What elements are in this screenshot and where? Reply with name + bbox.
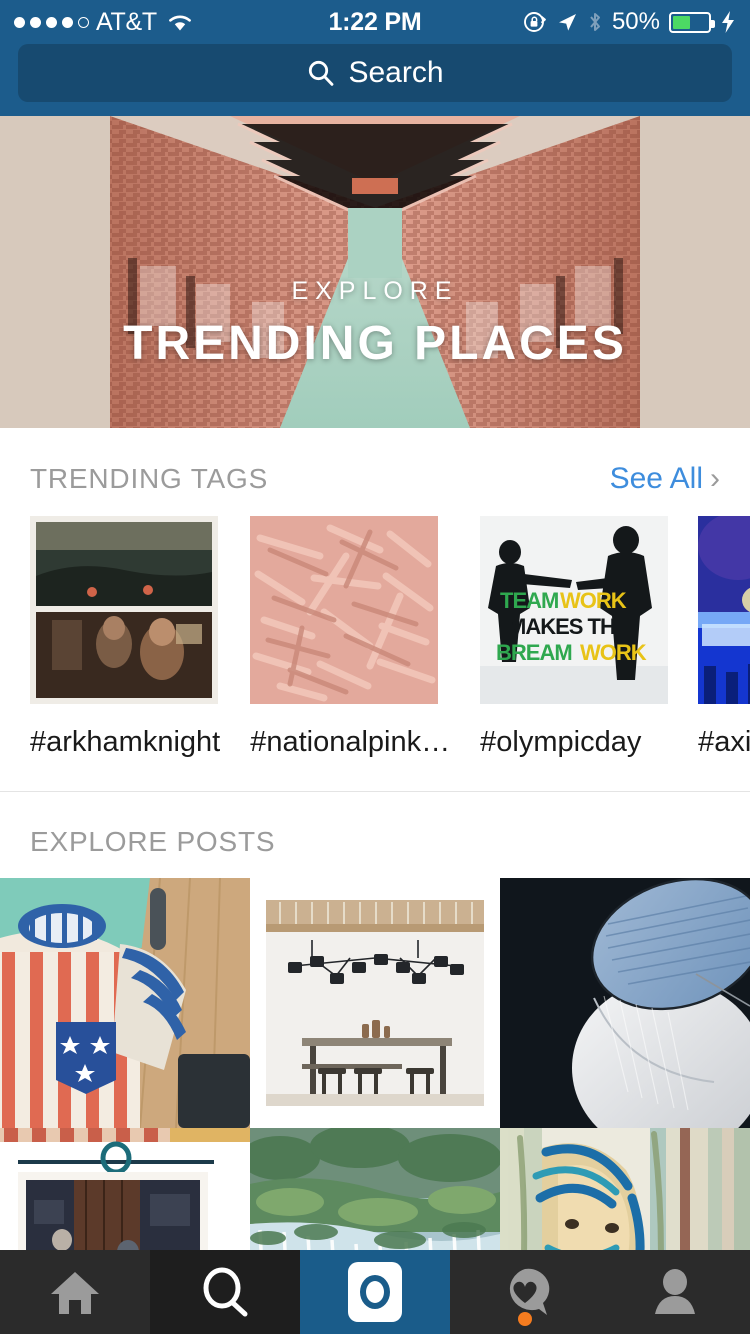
hero-kicker: EXPLORE (291, 277, 459, 305)
home-icon (49, 1268, 101, 1316)
chevron-right-icon: › (710, 462, 720, 495)
svg-text:BREAM: BREAM (496, 640, 572, 665)
search-placeholder: Search (348, 56, 444, 89)
search-input[interactable]: Search (18, 44, 732, 102)
status-bar-left: AT&T (14, 8, 193, 37)
svg-text:WORK: WORK (560, 588, 627, 613)
person-icon (653, 1268, 697, 1316)
battery-icon (669, 11, 715, 33)
signal-strength-dots (14, 16, 89, 28)
trending-tags-title: TRENDING TAGS (30, 463, 269, 494)
tab-activity[interactable] (450, 1250, 600, 1334)
battery-percent-label: 50% (611, 8, 660, 35)
tab-camera[interactable] (300, 1250, 450, 1334)
trending-tag-label: #nationalpink… (250, 726, 451, 758)
wifi-icon (167, 12, 193, 32)
activity-badge (518, 1312, 532, 1326)
trending-tag-card[interactable]: TEAM WORK MAKES THE BREAM WORK #olympicd… (480, 516, 669, 759)
trending-tag-thumbnail (250, 516, 439, 704)
svg-text:TEAM: TEAM (500, 588, 558, 613)
svg-text:MAKES THE: MAKES THE (508, 614, 629, 639)
trending-tag-card[interactable]: #nationalpink… (250, 516, 450, 759)
carrier-label: AT&T (96, 7, 157, 36)
trending-tag-card[interactable]: #arkhamknight (30, 516, 220, 759)
search-icon (201, 1267, 249, 1317)
trending-tag-label: #axis (698, 726, 750, 758)
hero-banner[interactable]: EXPLORE TRENDING PLACES (0, 116, 750, 428)
lightning-bolt-icon (720, 10, 736, 34)
tab-home[interactable] (0, 1250, 150, 1334)
bluetooth-icon (587, 10, 603, 34)
explore-post-cell[interactable] (250, 878, 500, 1128)
hero-text-overlay: EXPLORE TRENDING PLACES (0, 116, 750, 428)
trending-tag-thumbnail (30, 516, 218, 704)
trending-tags-carousel[interactable]: #arkhamknight #nationalpink… TEAM WORK M… (0, 516, 750, 759)
search-icon (306, 58, 336, 88)
see-all-button[interactable]: See All › (610, 462, 720, 496)
trending-tag-card[interactable]: #axis (698, 516, 750, 759)
trending-tags-header: TRENDING TAGS See All › (0, 428, 750, 516)
heart-bubble-icon (499, 1267, 551, 1317)
search-header: Search (0, 44, 750, 116)
app-root: AT&T 1:22 PM 50% Search EXPLORE TRENDING… (0, 0, 750, 1334)
location-arrow-icon (556, 11, 578, 33)
see-all-label: See All (609, 462, 703, 495)
status-bar-right: 50% (523, 8, 736, 36)
camera-icon (348, 1262, 402, 1322)
rotation-lock-icon (523, 10, 547, 34)
explore-post-cell[interactable] (0, 878, 250, 1128)
explore-posts-title: EXPLORE POSTS (30, 826, 276, 857)
status-bar: AT&T 1:22 PM 50% (0, 0, 750, 44)
trending-tag-thumbnail: TEAM WORK MAKES THE BREAM WORK (480, 516, 669, 704)
tab-search[interactable] (150, 1250, 300, 1334)
svg-text:WORK: WORK (580, 640, 647, 665)
trending-tag-label: #arkhamknight (30, 726, 221, 758)
explore-post-cell[interactable] (500, 878, 750, 1128)
trending-tag-label: #olympicday (480, 726, 642, 758)
explore-posts-header: EXPLORE POSTS (0, 792, 750, 878)
hero-title: TRENDING PLACES (123, 317, 627, 370)
tab-profile[interactable] (600, 1250, 750, 1334)
trending-tag-thumbnail (698, 516, 750, 704)
tab-bar (0, 1250, 750, 1334)
